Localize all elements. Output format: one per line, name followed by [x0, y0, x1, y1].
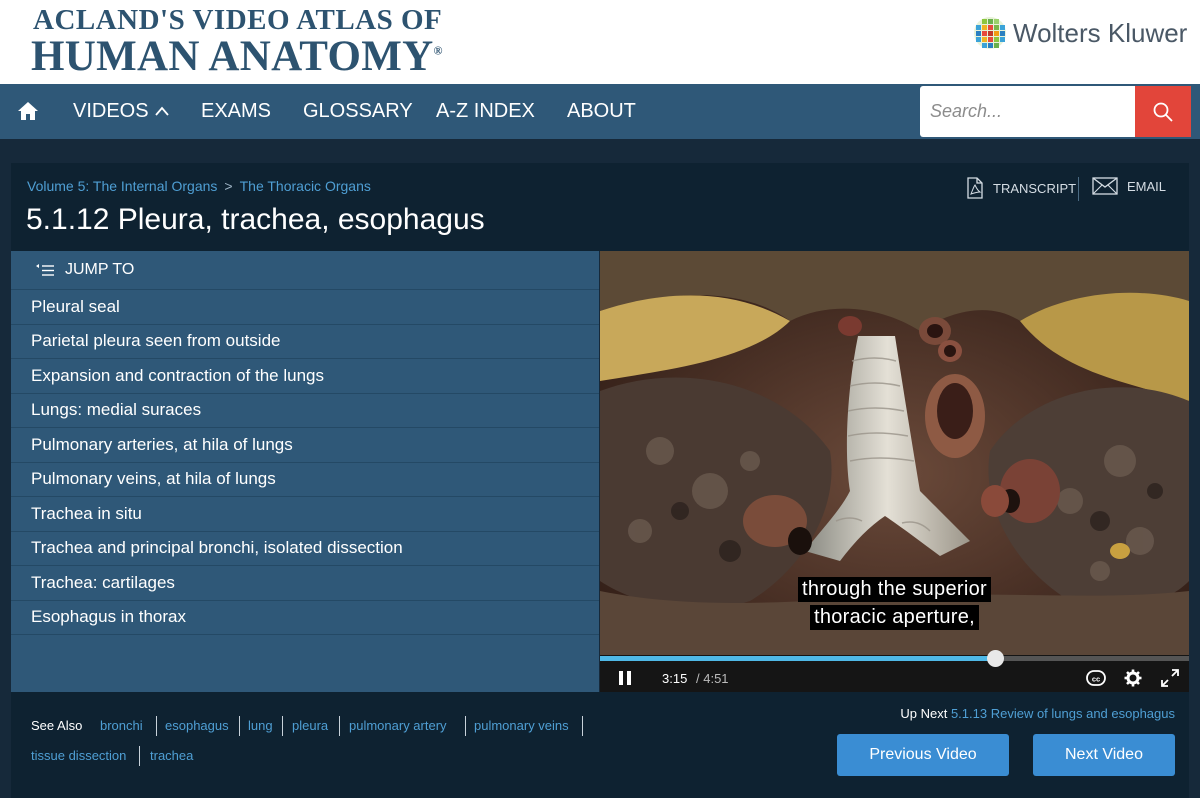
jump-item[interactable]: Pleural seal — [11, 290, 599, 325]
registered-mark: ® — [433, 43, 443, 58]
pause-icon[interactable] — [617, 669, 633, 687]
search-input[interactable] — [920, 86, 1135, 137]
tag-divider — [139, 746, 140, 766]
site-logo-line2[interactable]: HUMAN ANATOMY® — [31, 32, 443, 81]
nav-videos[interactable]: VIDEOS — [73, 100, 149, 123]
up-next-link[interactable]: 5.1.13 Review of lungs and esophagus — [951, 706, 1175, 721]
list-icon — [36, 264, 54, 276]
search-box — [920, 86, 1135, 137]
tag-divider — [465, 716, 466, 736]
progress-handle[interactable] — [986, 650, 1004, 667]
tag-divider — [239, 716, 240, 736]
jump-to-panel: JUMP TO Pleural seal Parietal pleura see… — [11, 251, 599, 692]
subtitle-text: through the superior — [797, 577, 991, 602]
up-next: Up Next 5.1.13 Review of lungs and esoph… — [900, 706, 1175, 721]
breadcrumb-section[interactable]: The Thoracic Organs — [240, 178, 371, 194]
breadcrumb-separator: > — [224, 178, 233, 194]
envelope-icon — [1092, 177, 1118, 195]
nav-about[interactable]: ABOUT — [567, 100, 636, 123]
up-next-label: Up Next — [900, 706, 948, 721]
jump-to-label: JUMP TO — [65, 261, 135, 278]
jump-item[interactable]: Esophagus in thorax — [11, 601, 599, 635]
see-also-tag[interactable]: esophagus — [165, 718, 229, 733]
search-button[interactable] — [1135, 86, 1191, 137]
jump-item[interactable]: Trachea and principal bronchi, isolated … — [11, 532, 599, 566]
breadcrumb-volume[interactable]: Volume 5: The Internal Organs — [27, 178, 217, 194]
see-also-tag[interactable]: bronchi — [100, 718, 143, 733]
next-video-button[interactable]: Next Video — [1033, 734, 1175, 776]
see-also-label: See Also — [31, 718, 83, 733]
tag-divider — [339, 716, 340, 736]
nav-exams[interactable]: EXAMS — [201, 100, 271, 123]
breadcrumb: Volume 5: The Internal Organs > The Thorac… — [27, 178, 371, 194]
tag-divider — [282, 716, 283, 736]
video-player[interactable]: through the superior thoracic aperture, … — [600, 251, 1189, 692]
see-also-tag[interactable]: lung — [248, 718, 273, 733]
video-footer: See Also bronchi esophagus lung pleura p… — [11, 692, 1189, 798]
video-header-panel: Volume 5: The Internal Organs > The Thorac… — [11, 163, 1189, 251]
email-button[interactable]: EMAIL — [1092, 177, 1166, 195]
wolters-kluwer-logo-icon — [974, 17, 1006, 49]
progress-bar[interactable] — [600, 650, 1189, 667]
fullscreen-icon[interactable] — [1161, 669, 1179, 687]
pdf-icon — [967, 177, 983, 199]
see-also-tag[interactable]: trachea — [150, 748, 193, 763]
gear-icon[interactable] — [1124, 669, 1142, 687]
publisher-name: Wolters Kluwer — [1013, 17, 1188, 48]
subtitle-line: thoracic aperture, — [600, 605, 1189, 630]
subtitle-line: through the superior — [600, 577, 1189, 602]
publisher-logo[interactable]: Wolters Kluwer — [973, 16, 1187, 50]
transcript-label: TRANSCRIPT — [993, 180, 1077, 196]
nav-glossary[interactable]: GLOSSARY — [303, 100, 413, 123]
see-also-tag[interactable]: pulmonary artery — [349, 718, 447, 733]
search-icon — [1153, 102, 1173, 122]
jump-item[interactable]: Pulmonary veins, at hila of lungs — [11, 463, 599, 497]
see-also-tag[interactable]: pulmonary veins — [474, 718, 569, 733]
current-time: 3:15 — [662, 671, 688, 686]
email-label: EMAIL — [1127, 178, 1167, 194]
site-header: ACLAND'S VIDEO ATLAS OF HUMAN ANATOMY® W… — [0, 0, 1200, 84]
nav-a-z-index[interactable]: A-Z INDEX — [436, 100, 535, 123]
jump-to-header: JUMP TO — [11, 251, 599, 290]
cc-icon[interactable]: cc — [1086, 670, 1106, 686]
progress-fill — [600, 656, 995, 661]
tag-divider — [582, 716, 583, 736]
duration: / 4:51 — [696, 671, 729, 686]
transcript-button[interactable]: TRANSCRIPT — [965, 177, 1076, 199]
jump-item[interactable]: Trachea: cartilages — [11, 566, 599, 601]
see-also-tag[interactable]: pleura — [292, 718, 328, 733]
subtitle-text: thoracic aperture, — [809, 605, 980, 630]
see-also-tag[interactable]: tissue dissection — [31, 748, 126, 763]
jump-item[interactable]: Expansion and contraction of the lungs — [11, 359, 599, 394]
jump-item[interactable]: Pulmonary arteries, at hila of lungs — [11, 428, 599, 463]
tag-divider — [156, 716, 157, 736]
tools-divider — [1078, 177, 1079, 201]
chevron-up-icon[interactable] — [154, 105, 170, 117]
previous-video-button[interactable]: Previous Video — [837, 734, 1009, 776]
page-title: 5.1.12 Pleura, trachea, esophagus — [26, 203, 485, 236]
svg-text:cc: cc — [1092, 675, 1100, 684]
site-logo-text: HUMAN ANATOMY — [31, 33, 434, 80]
jump-item[interactable]: Lungs: medial suraces — [11, 394, 599, 428]
home-icon[interactable] — [16, 100, 40, 122]
jump-item[interactable]: Parietal pleura seen from outside — [11, 325, 599, 359]
jump-item[interactable]: Trachea in situ — [11, 497, 599, 532]
